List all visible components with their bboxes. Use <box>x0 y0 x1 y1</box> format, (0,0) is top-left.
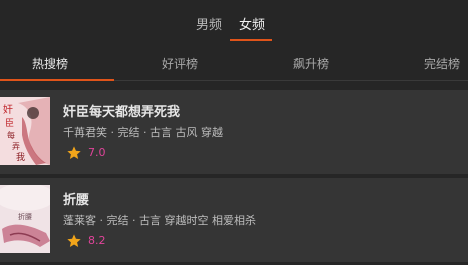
book-title[interactable]: 奸臣每天都想弄死我 <box>63 101 180 120</box>
book-score: 8.2 <box>88 234 106 247</box>
svg-text:臣: 臣 <box>5 118 14 129</box>
tab-hot-search[interactable]: 热搜榜 <box>32 55 68 72</box>
svg-text:折腰: 折腰 <box>18 212 32 221</box>
book-cover[interactable]: 折腰 <box>0 185 50 253</box>
active-rank-indicator <box>0 79 114 81</box>
book-meta: 千苒君笑 · 完结 · 古言 古风 穿越 <box>63 126 223 139</box>
star-icon <box>67 234 81 247</box>
book-title[interactable]: 折腰 <box>63 189 89 208</box>
tab-completed[interactable]: 完结榜 <box>424 55 460 72</box>
book-item[interactable]: 折腰 折腰 蓬莱客 · 完结 · 古言 穿越时空 相爱相杀 8.2 <box>0 178 468 262</box>
book-item[interactable]: 奸 臣 每 弄 我 奸臣每天都想弄死我 千苒君笑 · 完结 · 古言 古风 穿越… <box>0 90 468 174</box>
star-icon <box>67 146 81 159</box>
svg-text:每: 每 <box>7 130 15 140</box>
svg-text:我: 我 <box>16 152 25 163</box>
book-score: 7.0 <box>88 146 106 159</box>
svg-text:弄: 弄 <box>12 142 20 151</box>
tab-female[interactable]: 女频 <box>239 14 265 33</box>
active-tab-indicator <box>230 39 272 41</box>
tab-rising[interactable]: 飙升榜 <box>293 55 329 72</box>
book-meta: 蓬莱客 · 完结 · 古言 穿越时空 相爱相杀 <box>63 214 256 227</box>
tab-male[interactable]: 男频 <box>196 14 222 33</box>
book-cover[interactable]: 奸 臣 每 弄 我 <box>0 97 50 165</box>
gender-tabs: 男频 女频 <box>0 0 468 44</box>
tab-top-rated[interactable]: 好评榜 <box>162 55 198 72</box>
svg-text:奸: 奸 <box>3 104 13 116</box>
ranking-tabs: 热搜榜 好评榜 飙升榜 完结榜 <box>0 44 468 81</box>
